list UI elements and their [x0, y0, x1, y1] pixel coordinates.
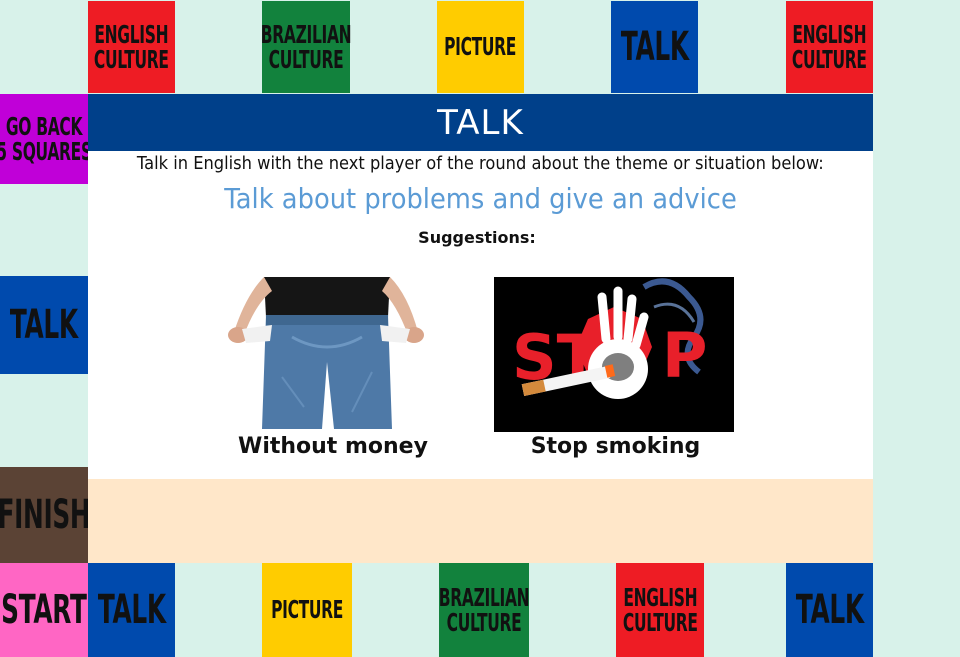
card-instruction: Talk in English with the next player of …	[137, 154, 824, 174]
square-picture-bottom[interactable]: PICTURE	[262, 563, 352, 657]
square-english-culture-bottom[interactable]: ENGLISH CULTURE	[616, 563, 704, 657]
square-brazilian-culture-top[interactable]: BRAZILIAN CULTURE	[260, 1, 352, 93]
talk-card: TALK Talk in English with the next playe…	[88, 94, 873, 479]
square-go-back-5[interactable]: GO BACK 5 SQUARES	[0, 94, 92, 184]
square-label: PICTURE	[444, 32, 517, 62]
square-label: PICTURE	[270, 595, 344, 625]
square-finish[interactable]: FINISH	[0, 467, 91, 563]
square-label: START	[1, 586, 87, 633]
square-label: TALK	[795, 586, 864, 633]
square-label: ENGLISH CULTURE	[622, 582, 698, 637]
square-label: BRAZILIAN CULTURE	[260, 19, 352, 74]
suggestion-caption-2: Stop smoking	[530, 434, 701, 459]
stop-smoking-image: ST P	[494, 277, 734, 432]
svg-text:P: P	[662, 319, 707, 392]
empty-pockets-image	[212, 277, 440, 430]
square-talk-top[interactable]: TALK	[611, 1, 698, 93]
square-label: TALK	[10, 301, 78, 348]
square-english-culture-top-1[interactable]: ENGLISH CULTURE	[88, 1, 175, 93]
square-label: ENGLISH CULTURE	[792, 19, 867, 74]
square-talk-bottom-2[interactable]: TALK	[786, 563, 873, 657]
square-picture-top[interactable]: PICTURE	[437, 1, 524, 93]
square-talk-bottom-1[interactable]: TALK	[88, 563, 175, 657]
square-talk-left[interactable]: TALK	[0, 276, 88, 374]
square-label: GO BACK 5 SQUARES	[0, 111, 92, 166]
square-label: TALK	[620, 23, 689, 70]
square-brazilian-culture-bottom[interactable]: BRAZILIAN CULTURE	[438, 563, 530, 657]
square-label: ENGLISH CULTURE	[94, 19, 169, 74]
suggestion-caption-1: Without money	[238, 434, 428, 459]
suggestions-label: Suggestions:	[418, 228, 536, 247]
square-label: TALK	[97, 586, 166, 633]
card-theme: Talk about problems and give an advice	[224, 182, 737, 215]
square-label: FINISH	[0, 491, 91, 538]
square-label: BRAZILIAN CULTURE	[438, 582, 530, 637]
board-inner-strip	[88, 479, 873, 563]
card-title: TALK	[88, 94, 873, 151]
square-start[interactable]: START	[0, 563, 88, 657]
square-english-culture-top-2[interactable]: ENGLISH CULTURE	[786, 1, 873, 93]
